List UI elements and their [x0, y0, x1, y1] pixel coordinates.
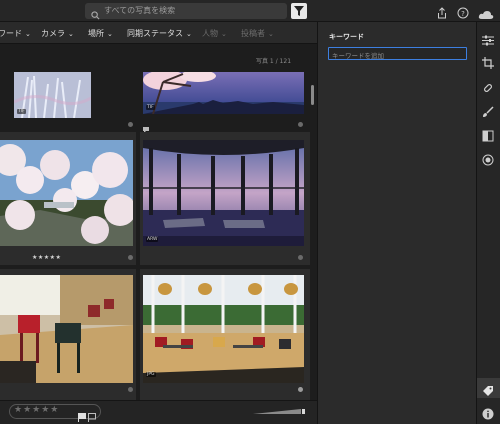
chevron-down-icon: ⌄	[268, 30, 274, 38]
svg-text:?: ?	[461, 10, 465, 18]
search-box[interactable]: すべての写真を検索	[85, 3, 287, 20]
chevron-down-icon: ⌄	[25, 30, 31, 38]
chevron-down-icon: ⌄	[221, 30, 227, 38]
grid-cell[interactable]: ARW	[140, 132, 310, 265]
photo-thumbnail[interactable]	[0, 140, 133, 246]
grid-cell[interactable]	[0, 132, 136, 265]
filter-location[interactable]: 場所 ⌄	[88, 28, 113, 39]
photo-thumbnail[interactable]: ARW	[143, 140, 304, 246]
share-icon[interactable]	[437, 4, 447, 23]
filter-people: 人物 ⌄	[202, 28, 227, 39]
filter-row: ワード ⌄ カメラ ⌄ 場所 ⌄ 同期ステータス ⌄ 人物 ⌄ 投稿者 ⌄	[0, 22, 317, 44]
help-icon[interactable]: ?	[457, 4, 469, 23]
chevron-down-icon: ⌄	[68, 30, 74, 38]
sync-status-icon	[128, 255, 133, 260]
thumbnail-size-slider[interactable]	[253, 409, 305, 414]
photo-thumbnail[interactable]	[0, 275, 133, 383]
file-type-badge: ARW	[146, 237, 159, 242]
photo-thumbnail[interactable]: TIF	[14, 72, 91, 118]
filter-keyword[interactable]: ワード ⌄	[0, 28, 31, 39]
bandaid-icon[interactable]	[482, 79, 494, 98]
grid-cell[interactable]: TIF	[0, 66, 136, 130]
filter-camera-label: カメラ	[41, 29, 65, 38]
chevron-down-icon: ⌄	[107, 30, 113, 38]
file-type-badge: JPG	[146, 372, 156, 377]
sync-status-icon	[298, 387, 303, 392]
filter-keyword-label: ワード	[0, 29, 22, 38]
search-placeholder: すべての写真を検索	[104, 6, 176, 15]
grid-cell[interactable]: JPG	[140, 269, 310, 400]
grid-cell[interactable]	[0, 269, 136, 400]
top-bar: すべての写真を検索 ?	[0, 0, 500, 22]
filter-contributor: 投稿者 ⌄	[241, 28, 274, 39]
radial-gradient-icon[interactable]	[482, 151, 494, 170]
filter-people-label: 人物	[202, 29, 218, 38]
info-icon[interactable]	[482, 405, 494, 424]
star-rating[interactable]: ★★★★★	[32, 254, 61, 261]
sync-status-icon	[128, 122, 133, 127]
filter-camera[interactable]: カメラ ⌄	[41, 28, 74, 39]
chevron-down-icon: ⌄	[186, 30, 192, 38]
file-type-badge: TIF	[17, 109, 26, 114]
tag-icon[interactable]	[482, 382, 494, 401]
sync-status-icon	[128, 387, 133, 392]
filter-button[interactable]	[291, 3, 307, 19]
flag-reject-icon[interactable]	[88, 407, 96, 424]
keyword-panel	[317, 22, 476, 424]
file-type-badge: TIF	[146, 105, 155, 110]
sync-status-icon	[298, 255, 303, 260]
grid-cell[interactable]: TIF	[140, 66, 310, 133]
rating-stars[interactable]: ★★★★★	[14, 405, 59, 415]
filter-sync-status-label: 同期ステータス	[127, 29, 183, 38]
keyword-input[interactable]: キーワードを追加	[328, 47, 467, 60]
flag-pick-icon[interactable]	[78, 407, 86, 424]
crop-icon[interactable]	[482, 54, 494, 73]
sync-status-icon	[298, 122, 303, 127]
panel-title: キーワード	[329, 33, 364, 41]
app-window: すべての写真を検索 ? ワード ⌄ カメラ ⌄ 場所 ⌄ 同期ステータス ⌄ 人物 ⌄ 投…	[0, 0, 500, 424]
filter-location-label: 場所	[88, 29, 104, 38]
photo-thumbnail[interactable]: JPG	[143, 275, 304, 383]
grid-scrollbar[interactable]	[311, 85, 314, 105]
sliders-icon[interactable]	[482, 31, 494, 50]
filter-icon	[294, 6, 304, 16]
photo-thumbnail[interactable]: TIF	[143, 72, 304, 114]
linear-gradient-icon[interactable]	[482, 127, 494, 146]
filter-sync-status[interactable]: 同期ステータス ⌄	[127, 28, 192, 39]
filter-contributor-label: 投稿者	[241, 29, 265, 38]
brush-icon[interactable]	[482, 103, 494, 122]
photo-count: 写真 1 / 121	[256, 58, 292, 65]
